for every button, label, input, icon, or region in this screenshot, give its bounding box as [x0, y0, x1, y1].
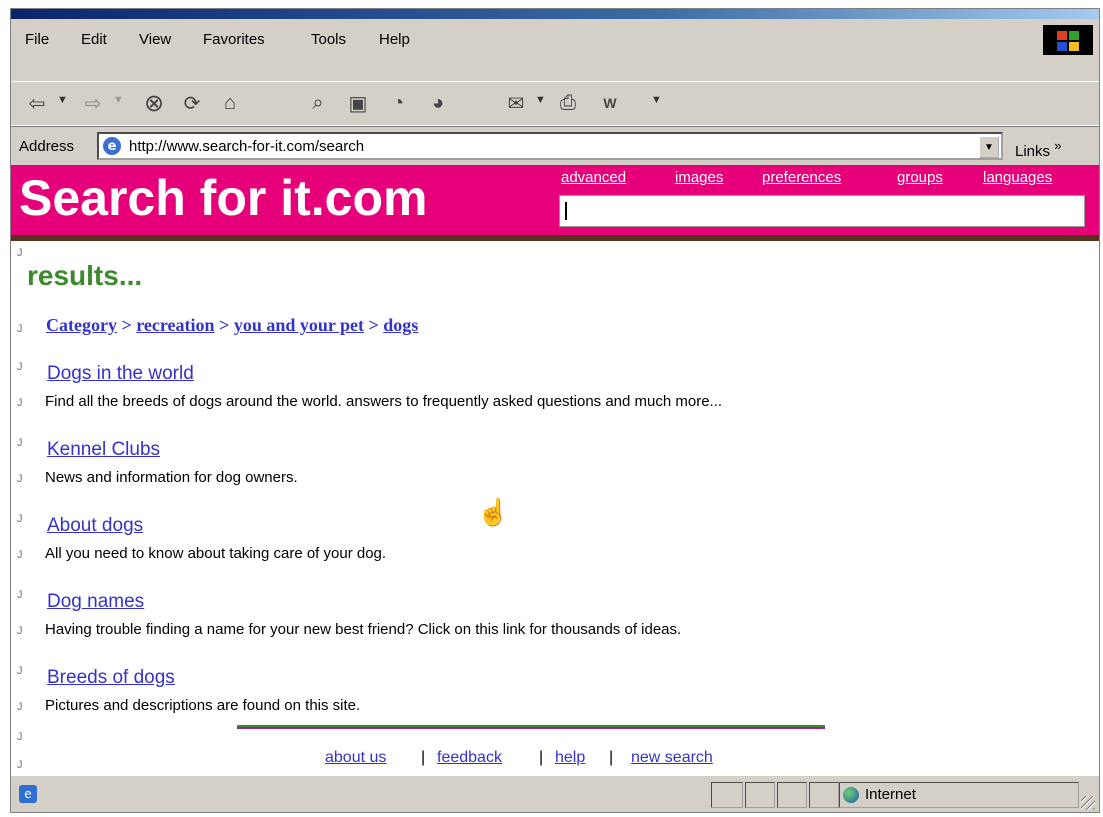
address-input[interactable]: e http://www.search-for-it.com/search ▼ — [97, 132, 1003, 160]
status-panel — [809, 782, 839, 808]
link-images[interactable]: images — [675, 169, 723, 186]
bullet-marker: J — [17, 473, 23, 485]
result-link-about-dogs[interactable]: About dogs — [47, 515, 143, 537]
link-languages[interactable]: languages — [983, 169, 1052, 186]
page-title: results... — [27, 260, 143, 291]
result-description: Pictures and descriptions are found on t… — [45, 697, 361, 714]
links-button[interactable]: Links » — [1015, 138, 1061, 160]
breadcrumb-recreation[interactable]: recreation — [136, 315, 214, 335]
bullet-marker: J — [17, 665, 23, 677]
result-description: All you need to know about taking care o… — [45, 545, 387, 562]
search-icon[interactable]: ⌕ — [301, 88, 335, 118]
globe-icon — [843, 786, 859, 803]
menu-edit[interactable]: Edit — [81, 31, 107, 48]
link-groups[interactable]: groups — [897, 169, 943, 186]
address-dropdown-icon[interactable]: ▼ — [979, 136, 999, 158]
word-icon[interactable]: W — [593, 88, 627, 118]
ie-page-icon: e — [103, 137, 121, 155]
link-advanced[interactable]: advanced — [561, 169, 626, 186]
breadcrumb-category[interactable]: Category — [46, 315, 117, 335]
footer-feedback[interactable]: feedback — [437, 749, 502, 767]
menu-file[interactable]: File — [25, 31, 49, 48]
forward-dropdown-icon[interactable]: ▼ — [113, 94, 124, 106]
refresh-icon[interactable]: ⟳ — [175, 88, 209, 118]
bullet-marker: J — [17, 397, 23, 409]
bullet-marker: J — [17, 589, 23, 601]
footer-new-search[interactable]: new search — [631, 749, 713, 767]
forward-icon[interactable]: ⇨ — [75, 88, 111, 118]
result-description: Find all the breeds of dogs around the w… — [45, 393, 723, 410]
security-zone: Internet — [843, 786, 916, 803]
menu-help[interactable]: Help — [379, 31, 410, 48]
footer-separator: | — [539, 749, 544, 766]
bullet-marker: J — [17, 549, 23, 561]
mail-dropdown-icon[interactable]: ▼ — [535, 94, 546, 106]
breadcrumb-you-and-your-pet[interactable]: you and your pet — [234, 315, 364, 335]
result-description: Having trouble finding a name for your n… — [45, 621, 682, 638]
breadcrumb-separator: > — [121, 315, 132, 335]
bullet-marker: J — [17, 701, 23, 713]
word-dropdown-icon[interactable]: ▼ — [651, 94, 662, 106]
bullet-marker: J — [17, 361, 23, 373]
back-icon[interactable]: ⇦ — [19, 88, 55, 118]
result-link-dog-names[interactable]: Dog names — [47, 591, 144, 613]
browser-window: File Edit View Favorites Tools Help ⇦ ▼ … — [10, 8, 1100, 813]
title-bar — [11, 9, 1099, 19]
windows-logo-icon — [1043, 25, 1093, 55]
breadcrumb: Category > recreation > you and your pet… — [46, 315, 418, 336]
home-icon[interactable]: ⌂ — [213, 88, 247, 118]
search-input[interactable] — [559, 195, 1085, 227]
bullet-marker: J — [17, 513, 23, 525]
history-icon[interactable]: ◔ — [381, 88, 415, 118]
menu-tools[interactable]: Tools — [311, 31, 346, 48]
zone-label: Internet — [865, 786, 916, 803]
links-label: Links — [1015, 143, 1051, 160]
status-bar: e Internet — [11, 775, 1099, 812]
result-link-dogs-in-the-world[interactable]: Dogs in the world — [47, 363, 194, 385]
footer-separator: | — [609, 749, 614, 766]
mail-icon[interactable]: ✉ — [499, 88, 533, 118]
status-panel — [745, 782, 775, 808]
bullet-marker: J — [17, 247, 23, 259]
hand-cursor-icon: ☝ — [477, 497, 510, 527]
site-header: Search for it.com advanced images prefer… — [11, 165, 1099, 235]
bullet-marker: J — [17, 731, 23, 743]
header-divider — [11, 235, 1099, 241]
bullet-marker: J — [17, 323, 23, 335]
result-description: News and information for dog owners. — [45, 469, 298, 486]
footer-help[interactable]: help — [555, 749, 585, 767]
menu-bar: File Edit View Favorites Tools Help — [11, 25, 1099, 55]
result-link-breeds-of-dogs[interactable]: Breeds of dogs — [47, 667, 175, 689]
stop-icon[interactable]: ⊗ — [137, 88, 171, 118]
status-panel — [777, 782, 807, 808]
breadcrumb-separator: > — [368, 315, 379, 335]
toolbar: ⇦ ▼ ⇨ ▼ ⊗ ⟳ ⌂ ⌕ ▣ ◔ ◕ ✉ ▼ ⎙ W ▼ — [11, 81, 1099, 127]
footer-divider — [237, 725, 825, 729]
status-panel — [711, 782, 743, 808]
links-chevron-icon: » — [1054, 138, 1062, 153]
menu-favorites[interactable]: Favorites — [203, 31, 265, 48]
address-url[interactable]: http://www.search-for-it.com/search — [129, 138, 364, 155]
resize-grip[interactable] — [1081, 796, 1095, 810]
bullet-marker: J — [17, 437, 23, 449]
back-dropdown-icon[interactable]: ▼ — [57, 94, 68, 106]
page-status-icon: e — [19, 785, 37, 803]
text-caret — [565, 202, 567, 220]
favorites-icon[interactable]: ▣ — [341, 88, 375, 118]
bullet-marker: J — [17, 759, 23, 771]
footer-about-us[interactable]: about us — [325, 749, 386, 767]
web-page: Search for it.com advanced images prefer… — [11, 165, 1099, 775]
address-label: Address — [19, 138, 75, 155]
breadcrumb-separator: > — [219, 315, 230, 335]
menu-view[interactable]: View — [139, 31, 171, 48]
address-bar: Address e http://www.search-for-it.com/s… — [11, 125, 1099, 164]
print-icon[interactable]: ⎙ — [551, 88, 585, 118]
bullet-marker: J — [17, 625, 23, 637]
result-link-kennel-clubs[interactable]: Kennel Clubs — [47, 439, 160, 461]
media-icon[interactable]: ◕ — [421, 88, 455, 118]
link-preferences[interactable]: preferences — [762, 169, 841, 186]
footer-separator: | — [421, 749, 426, 766]
breadcrumb-dogs[interactable]: dogs — [383, 315, 418, 335]
site-logo[interactable]: Search for it.com — [19, 169, 427, 227]
